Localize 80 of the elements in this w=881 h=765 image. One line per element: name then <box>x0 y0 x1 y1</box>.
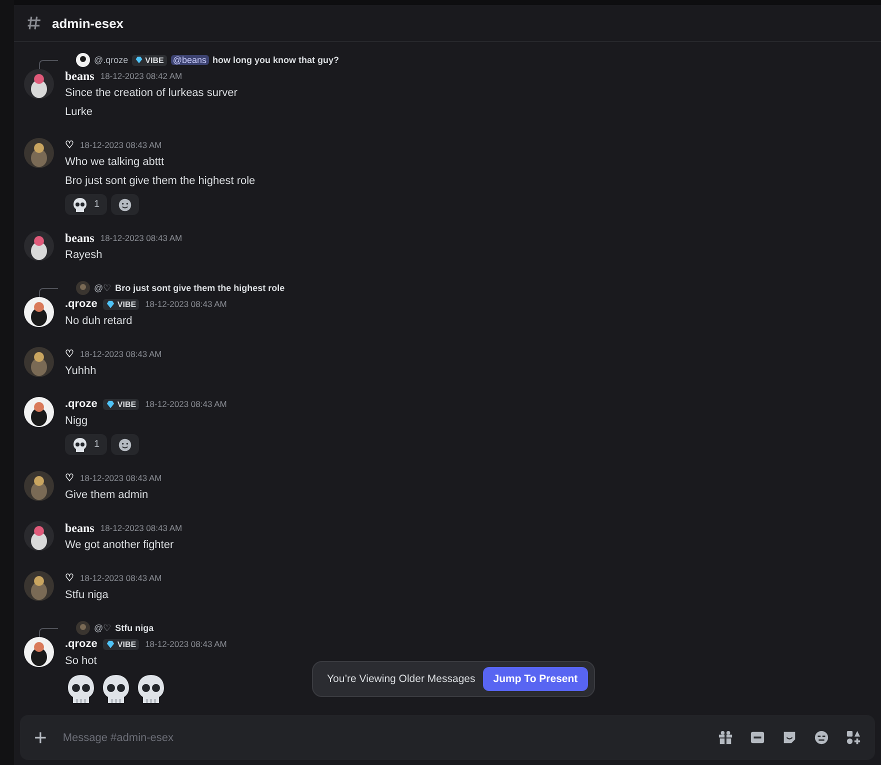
reaction[interactable]: 1 <box>65 194 107 215</box>
author-name[interactable]: .qroze <box>65 398 98 410</box>
avatar[interactable] <box>24 69 54 99</box>
timestamp: 18-12-2023 08:43 AM <box>100 233 182 243</box>
smiley-icon <box>118 198 132 212</box>
reply-text[interactable]: how long you know that guy? <box>212 55 339 65</box>
author-name[interactable]: .qroze <box>65 298 98 310</box>
add-reaction-button[interactable] <box>110 434 139 455</box>
sticker-icon[interactable] <box>782 730 797 745</box>
message-text: Lurke <box>65 105 94 120</box>
author-name[interactable]: ♡ <box>65 572 74 584</box>
avatar[interactable] <box>24 231 54 261</box>
message-input[interactable]: Message #admin-esex <box>60 730 704 744</box>
message-text: So hot <box>65 654 98 669</box>
reply-author[interactable]: @♡ <box>94 283 112 293</box>
timestamp: 18-12-2023 08:43 AM <box>80 140 162 150</box>
timestamp: 18-12-2023 08:43 AM <box>80 473 162 483</box>
avatar <box>76 621 90 635</box>
timestamp: 18-12-2023 08:43 AM <box>100 523 182 533</box>
gift-icon[interactable] <box>718 730 733 745</box>
author-name[interactable]: ♡ <box>65 139 74 151</box>
avatar[interactable] <box>24 521 54 551</box>
message-text: Bro just sont give them the highest role <box>65 174 256 189</box>
mention[interactable]: @beans <box>170 55 208 65</box>
timestamp: 18-12-2023 08:42 AM <box>100 71 182 81</box>
message-text: Give them admin <box>65 488 150 503</box>
skull-icon <box>65 673 97 705</box>
skull-icon <box>72 436 88 452</box>
role-name: VIBE <box>117 640 136 648</box>
avatar[interactable] <box>24 397 54 427</box>
avatar[interactable] <box>24 471 54 501</box>
role-name: VIBE <box>117 400 136 408</box>
channel-name: admin-esex <box>52 16 124 30</box>
avatar <box>76 53 90 67</box>
reply-text[interactable]: Bro just sont give them the highest role <box>115 283 285 293</box>
message-text: Yuhhh <box>65 364 98 379</box>
message-text: No duh retard <box>65 314 134 329</box>
add-reaction-button[interactable] <box>110 194 139 215</box>
author-name[interactable]: beans <box>65 230 94 246</box>
avatar[interactable] <box>24 297 54 327</box>
reply-author[interactable]: @.qroze <box>94 55 128 65</box>
author-name[interactable]: ♡ <box>65 472 74 484</box>
avatar <box>76 281 90 295</box>
skull-icon <box>100 673 132 705</box>
avatar[interactable] <box>24 138 54 168</box>
gem-icon <box>106 400 116 408</box>
skull-icon <box>135 673 167 705</box>
message-text: Rayesh <box>65 248 104 263</box>
timestamp: 18-12-2023 08:43 AM <box>145 299 227 309</box>
banner-text: You’re Viewing Older Messages <box>327 673 476 685</box>
message-text: Since the creation of lurkeas surver <box>65 86 238 101</box>
avatar[interactable] <box>24 637 54 667</box>
message-text: Nigg <box>65 414 89 429</box>
skull-icon <box>72 196 88 212</box>
jump-to-present-button[interactable]: Jump To Present <box>483 667 588 691</box>
reply-author[interactable]: @♡ <box>94 623 112 633</box>
timestamp: 18-12-2023 08:43 AM <box>145 399 227 409</box>
avatar[interactable] <box>24 571 54 601</box>
message-text: Stfu niga <box>65 588 110 603</box>
role-name: VIBE <box>145 56 164 64</box>
timestamp: 18-12-2023 08:43 AM <box>80 349 162 359</box>
attach-button[interactable]: + <box>34 726 47 748</box>
gem-icon <box>106 640 116 648</box>
reply-text[interactable]: Stfu niga <box>115 623 154 633</box>
message-text: We got another fighter <box>65 538 175 553</box>
timestamp: 18-12-2023 08:43 AM <box>145 639 227 649</box>
smiley-icon <box>118 438 132 452</box>
emoji-icon[interactable] <box>814 730 829 745</box>
gem-icon <box>135 56 144 64</box>
timestamp: 18-12-2023 08:43 AM <box>80 573 162 583</box>
author-name[interactable]: beans <box>65 68 94 84</box>
author-name[interactable]: .qroze <box>65 638 98 650</box>
author-name[interactable]: beans <box>65 520 94 536</box>
role-name: VIBE <box>117 300 136 308</box>
message-text: Who we talking abttt <box>65 155 166 170</box>
author-name[interactable]: ♡ <box>65 348 74 360</box>
gem-icon <box>106 300 116 308</box>
apps-icon[interactable] <box>846 730 861 745</box>
avatar[interactable] <box>24 347 54 377</box>
reaction[interactable]: 1 <box>65 434 107 455</box>
